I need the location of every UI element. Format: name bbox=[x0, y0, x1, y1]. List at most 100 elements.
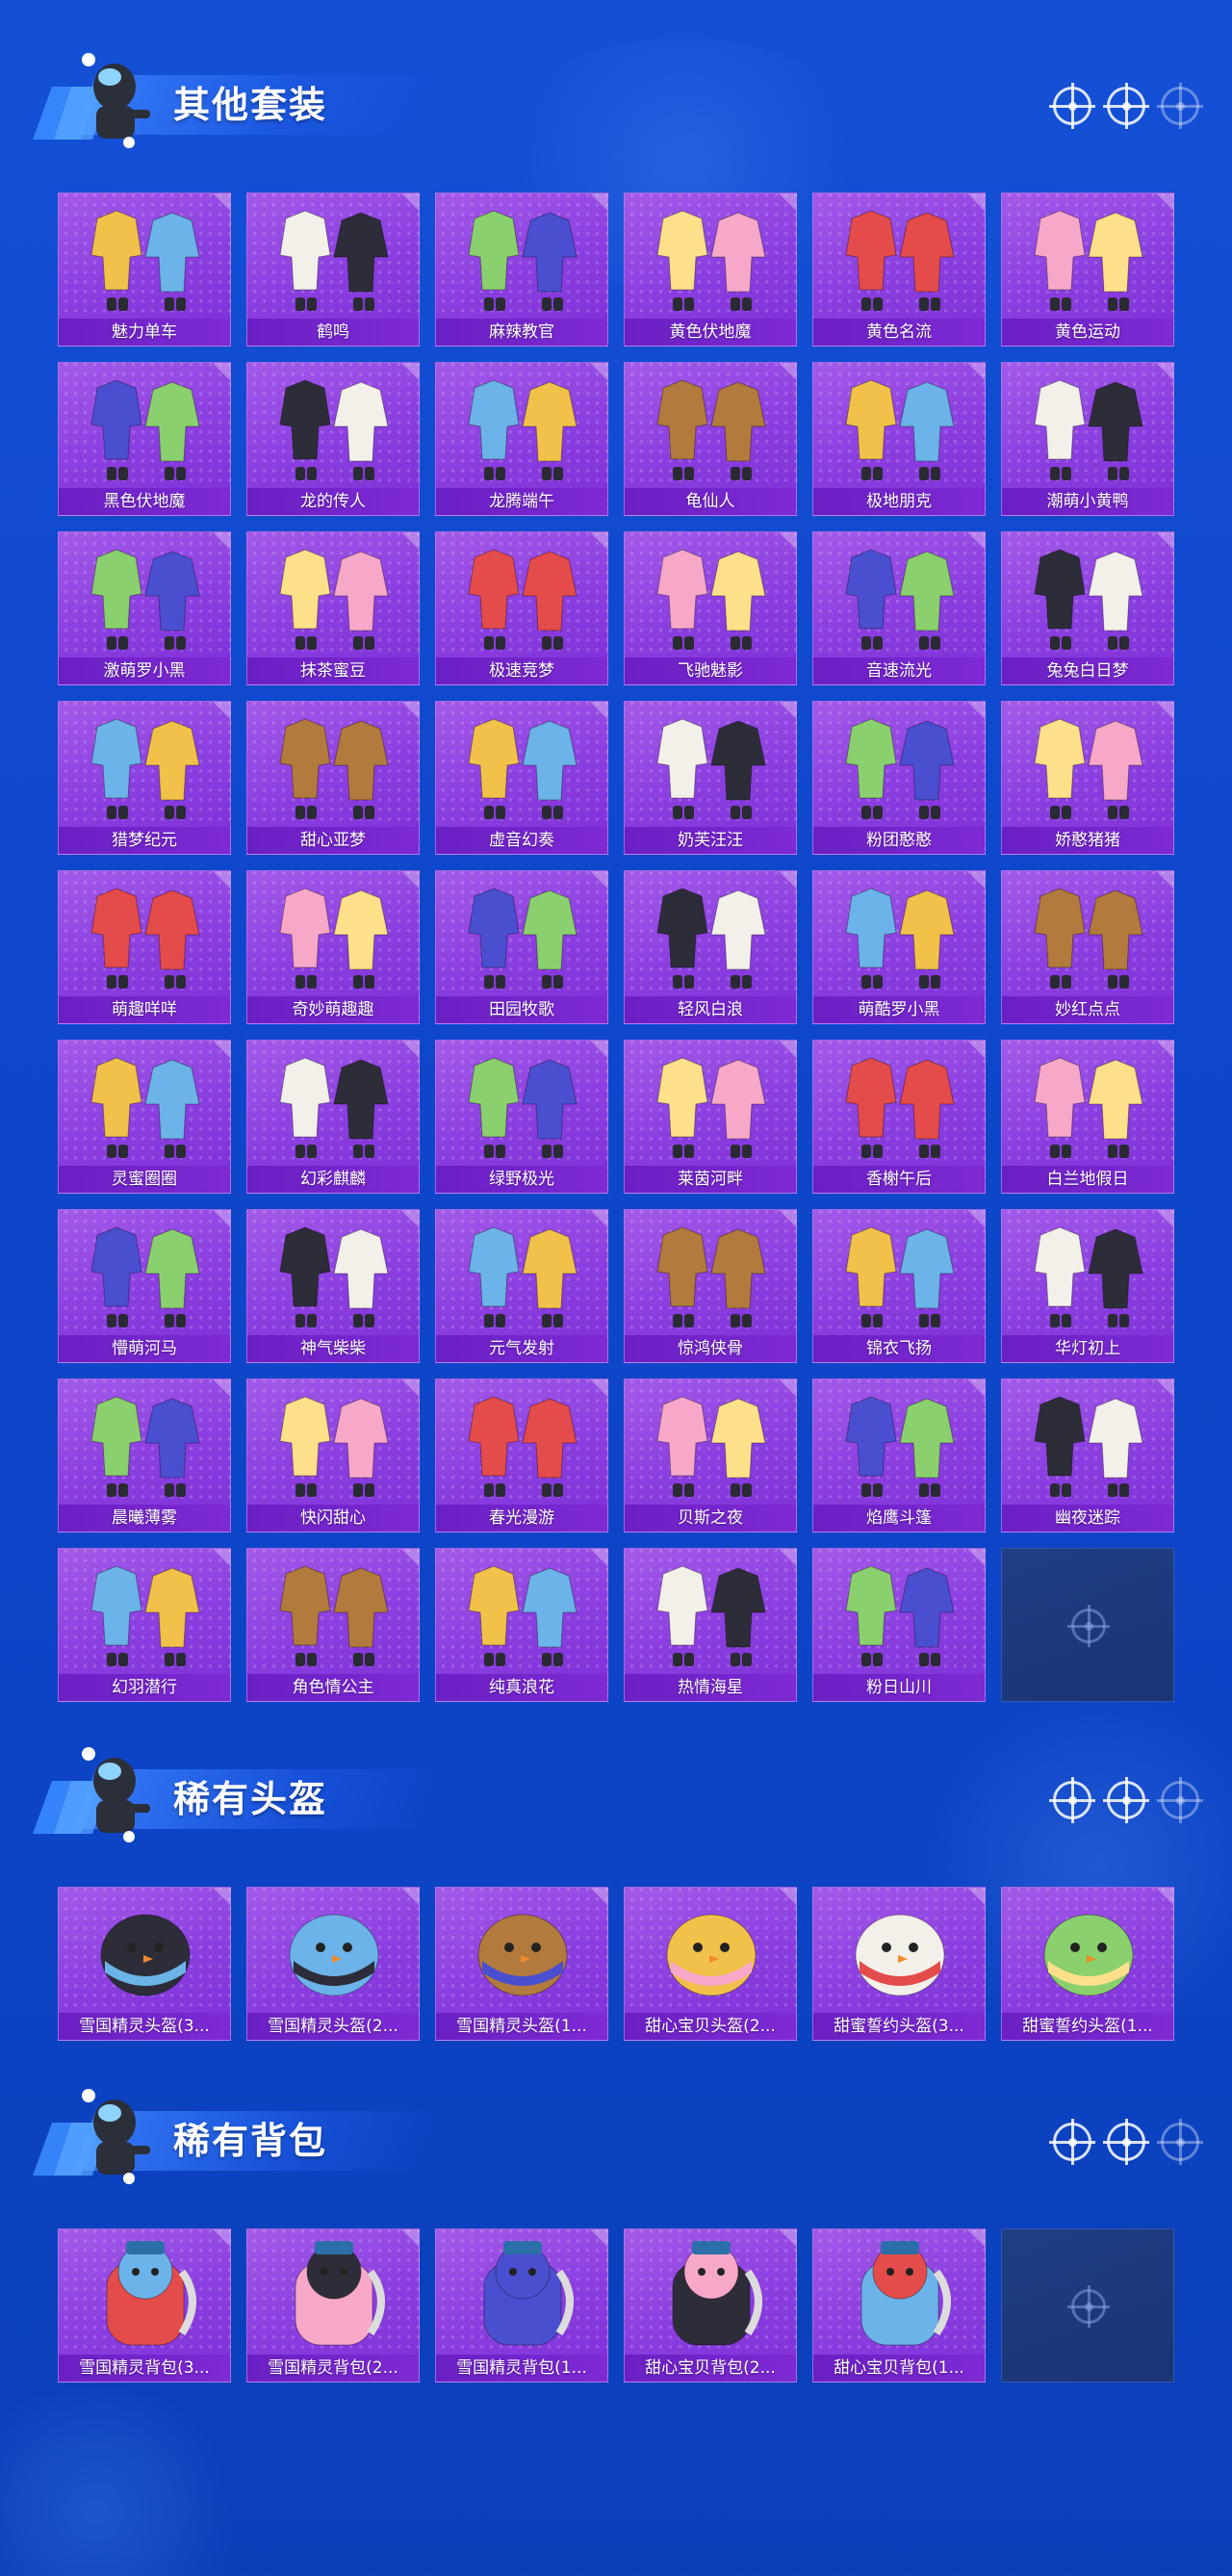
item-card[interactable]: 粉团憨憨 bbox=[812, 701, 986, 855]
item-card[interactable]: 音速流光 bbox=[812, 531, 986, 685]
crosshair-icon bbox=[1067, 1605, 1110, 1647]
item-name: 灵蜜圈圈 bbox=[59, 1166, 230, 1193]
item-card[interactable]: 龟仙人 bbox=[624, 362, 797, 516]
item-image bbox=[59, 1892, 230, 2015]
item-card[interactable]: 幽夜迷踪 bbox=[1001, 1378, 1174, 1533]
item-card[interactable]: 神气柴柴 bbox=[246, 1209, 420, 1363]
item-card[interactable]: 雪国精灵背包(1... bbox=[435, 2228, 608, 2383]
item-card[interactable]: 萌酷罗小黑 bbox=[812, 870, 986, 1024]
item-card[interactable]: 轻风白浪 bbox=[624, 870, 797, 1024]
crosshair-icon bbox=[1157, 2119, 1203, 2165]
item-card[interactable]: 极速竞梦 bbox=[435, 531, 608, 685]
crosshair-decoration bbox=[1049, 2119, 1203, 2165]
item-name: 晨曦薄雾 bbox=[59, 1505, 230, 1532]
item-card[interactable]: 热情海星 bbox=[624, 1548, 797, 1702]
item-card[interactable]: 甜心宝贝背包(1... bbox=[812, 2228, 986, 2383]
item-card[interactable]: 魅力单车 bbox=[58, 193, 231, 347]
item-image bbox=[436, 367, 607, 490]
card-corner-decoration bbox=[590, 2229, 607, 2247]
item-card[interactable]: 雪国精灵背包(3... bbox=[58, 2228, 231, 2383]
item-card[interactable]: 虚音幻奏 bbox=[435, 701, 608, 855]
card-corner-decoration bbox=[779, 1888, 796, 1905]
item-card[interactable]: 妙红点点 bbox=[1001, 870, 1174, 1024]
item-card[interactable]: 麻辣教官 bbox=[435, 193, 608, 347]
item-card[interactable]: 极地朋克 bbox=[812, 362, 986, 516]
item-image bbox=[1002, 197, 1173, 321]
item-card[interactable]: 黄色伏地魔 bbox=[624, 193, 797, 347]
item-card[interactable]: 惊鸿侠骨 bbox=[624, 1209, 797, 1363]
item-name: 音速流光 bbox=[813, 657, 985, 684]
item-card[interactable]: 飞驰魅影 bbox=[624, 531, 797, 685]
crosshair-icon bbox=[1049, 2119, 1095, 2165]
item-card[interactable]: 白兰地假日 bbox=[1001, 1040, 1174, 1194]
item-card[interactable]: 快闪甜心 bbox=[246, 1378, 420, 1533]
item-card[interactable]: 幻彩麒麟 bbox=[246, 1040, 420, 1194]
item-card[interactable]: 兔兔白日梦 bbox=[1001, 531, 1174, 685]
item-card[interactable]: 黄色名流 bbox=[812, 193, 986, 347]
card-corner-decoration bbox=[967, 1549, 985, 1566]
card-corner-decoration bbox=[213, 702, 230, 719]
item-name: 龟仙人 bbox=[625, 488, 796, 515]
item-card[interactable]: 绿野极光 bbox=[435, 1040, 608, 1194]
item-name: 幻彩麒麟 bbox=[247, 1166, 419, 1193]
item-card[interactable]: 龙腾端午 bbox=[435, 362, 608, 516]
card-corner-decoration bbox=[590, 193, 607, 211]
item-card[interactable]: 华灯初上 bbox=[1001, 1209, 1174, 1363]
item-card[interactable]: 甜心亚梦 bbox=[246, 701, 420, 855]
item-card[interactable]: 甜心宝贝背包(2... bbox=[624, 2228, 797, 2383]
item-name: 惊鸿侠骨 bbox=[625, 1335, 796, 1362]
card-corner-decoration bbox=[213, 1379, 230, 1397]
item-image bbox=[247, 1214, 419, 1337]
item-image bbox=[247, 536, 419, 659]
item-card[interactable]: 懵萌河马 bbox=[58, 1209, 231, 1363]
item-image bbox=[436, 197, 607, 321]
item-card[interactable]: 激萌罗小黑 bbox=[58, 531, 231, 685]
item-name: 极地朋克 bbox=[813, 488, 985, 515]
item-card[interactable]: 奶芙汪汪 bbox=[624, 701, 797, 855]
item-card[interactable]: 幻羽潜行 bbox=[58, 1548, 231, 1702]
item-card[interactable]: 甜心宝贝头盔(2... bbox=[624, 1887, 797, 2041]
item-card[interactable]: 香榭午后 bbox=[812, 1040, 986, 1194]
item-grid: 雪国精灵背包(3... 雪国精灵背包(2... 雪国精灵背包(1... 甜心宝贝背包(… bbox=[58, 2228, 1174, 2383]
item-card[interactable]: 萌趣咩咩 bbox=[58, 870, 231, 1024]
item-card[interactable]: 鹤鸣 bbox=[246, 193, 420, 347]
crosshair-icon bbox=[1157, 1777, 1203, 1823]
item-card[interactable]: 春光漫游 bbox=[435, 1378, 608, 1533]
item-card[interactable]: 奇妙萌趣趣 bbox=[246, 870, 420, 1024]
item-card[interactable]: 娇憨猪猪 bbox=[1001, 701, 1174, 855]
item-card[interactable]: 雪国精灵头盔(2... bbox=[246, 1887, 420, 2041]
item-card[interactable]: 粉日山川 bbox=[812, 1548, 986, 1702]
item-image bbox=[59, 1553, 230, 1676]
item-image bbox=[813, 197, 985, 321]
item-card[interactable]: 黄色运动 bbox=[1001, 193, 1174, 347]
item-name: 激萌罗小黑 bbox=[59, 657, 230, 684]
item-card[interactable]: 灵蜜圈圈 bbox=[58, 1040, 231, 1194]
item-card[interactable]: 焰鹰斗篷 bbox=[812, 1378, 986, 1533]
item-image bbox=[813, 875, 985, 998]
item-card[interactable]: 雪国精灵背包(2... bbox=[246, 2228, 420, 2383]
item-card[interactable]: 猎梦纪元 bbox=[58, 701, 231, 855]
item-card[interactable]: 元气发射 bbox=[435, 1209, 608, 1363]
item-card[interactable]: 龙的传人 bbox=[246, 362, 420, 516]
item-card[interactable]: 甜蜜誓约头盔(1... bbox=[1001, 1887, 1174, 2041]
item-card[interactable]: 抹茶蜜豆 bbox=[246, 531, 420, 685]
item-card[interactable]: 潮萌小黄鸭 bbox=[1001, 362, 1174, 516]
item-image bbox=[436, 1214, 607, 1337]
item-card[interactable]: 雪国精灵头盔(3... bbox=[58, 1887, 231, 2041]
item-card[interactable]: 雪国精灵头盔(1... bbox=[435, 1887, 608, 2041]
item-card[interactable]: 黑色伏地魔 bbox=[58, 362, 231, 516]
item-card[interactable]: 贝斯之夜 bbox=[624, 1378, 797, 1533]
item-card[interactable]: 锦衣飞扬 bbox=[812, 1209, 986, 1363]
item-image bbox=[1002, 1044, 1173, 1168]
item-image bbox=[59, 2233, 230, 2357]
item-card[interactable]: 甜蜜誓约头盔(3... bbox=[812, 1887, 986, 2041]
item-image bbox=[436, 1892, 607, 2015]
card-corner-decoration bbox=[213, 193, 230, 211]
item-card[interactable]: 角色情公主 bbox=[246, 1548, 420, 1702]
item-card[interactable]: 晨曦薄雾 bbox=[58, 1378, 231, 1533]
item-card[interactable]: 莱茵河畔 bbox=[624, 1040, 797, 1194]
card-corner-decoration bbox=[1156, 871, 1173, 889]
item-name: 奇妙萌趣趣 bbox=[247, 996, 419, 1023]
item-card[interactable]: 纯真浪花 bbox=[435, 1548, 608, 1702]
item-card[interactable]: 田园牧歌 bbox=[435, 870, 608, 1024]
